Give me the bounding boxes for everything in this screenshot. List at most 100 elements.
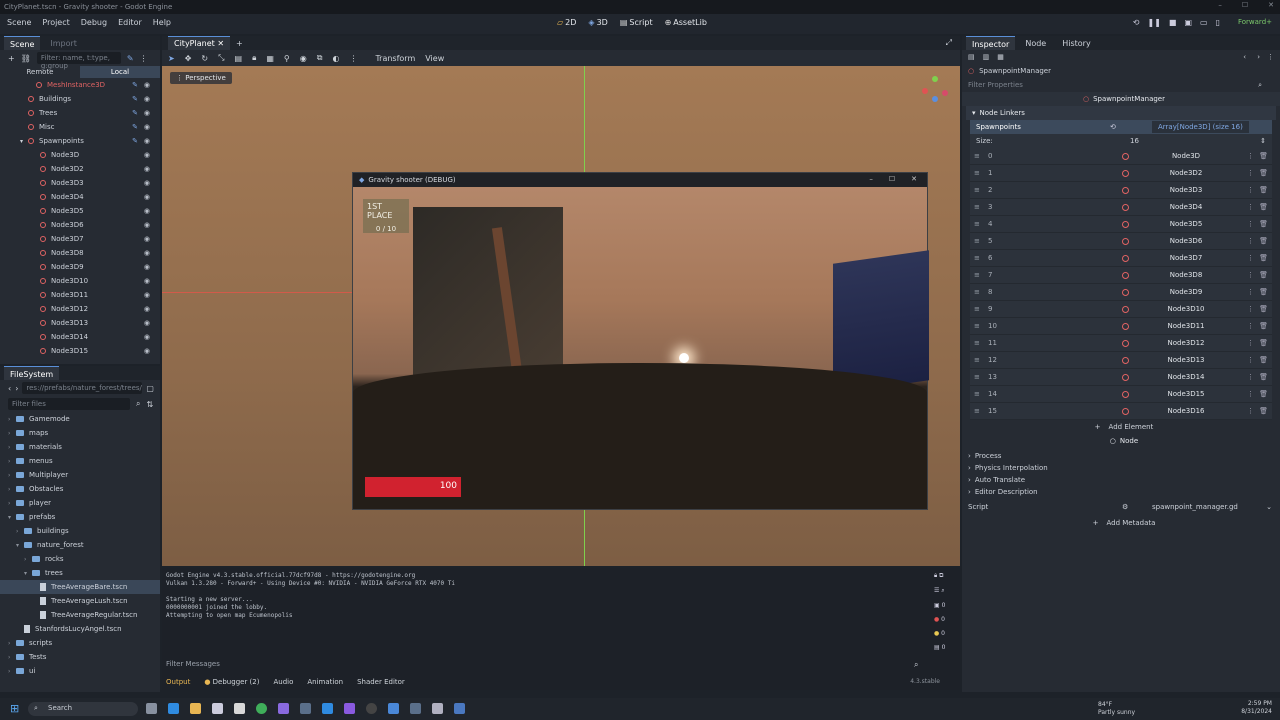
game-maximize-icon[interactable]: ☐: [889, 175, 895, 183]
visibility-icon[interactable]: ◉: [144, 95, 150, 103]
fullscreen-icon[interactable]: ⤢: [946, 38, 952, 48]
delete-element-icon[interactable]: 🗑︎: [1259, 339, 1268, 347]
element-menu-icon[interactable]: ⋮: [1247, 305, 1254, 313]
element-node-value[interactable]: Node3D14: [1146, 373, 1226, 381]
start-icon[interactable]: ⊞: [10, 702, 19, 715]
array-element[interactable]: ≡ 2 Node3D3 ⋮ 🗑︎: [970, 182, 1272, 199]
fs-item-trees[interactable]: ▾ trees: [0, 566, 160, 580]
inspector-category[interactable]: › Auto Translate: [962, 474, 1280, 486]
taskbar-search[interactable]: ⌕ Search: [28, 702, 138, 716]
drag-handle-icon[interactable]: ≡: [974, 288, 988, 296]
element-menu-icon[interactable]: ⋮: [1247, 373, 1254, 381]
scene-node-misc[interactable]: Misc ✎ ◉: [0, 120, 160, 134]
group-icon[interactable]: ▦: [266, 54, 274, 63]
array-element[interactable]: ≡ 0 Node3D ⋮ 🗑︎: [970, 148, 1272, 165]
fs-item-tests[interactable]: › Tests: [0, 650, 160, 664]
tab-debugger[interactable]: ● Debugger (2): [204, 678, 259, 686]
inspector-category[interactable]: › Physics Interpolation: [962, 462, 1280, 474]
size-spinbox[interactable]: 16: [1130, 137, 1139, 145]
expand-arrow-icon[interactable]: ›: [8, 486, 16, 493]
array-element[interactable]: ≡ 9 Node3D10 ⋮ 🗑︎: [970, 301, 1272, 318]
visibility-icon[interactable]: ◉: [144, 277, 150, 285]
warnings-toggle[interactable]: ● 0: [934, 630, 954, 637]
scene-node-meshinstance3d[interactable]: MeshInstance3D ✎ ◉: [0, 78, 160, 92]
select-tool-icon[interactable]: ➤: [168, 54, 175, 63]
tools-icon[interactable]: ⋮: [1267, 53, 1274, 61]
drag-handle-icon[interactable]: ≡: [974, 322, 988, 330]
search-icon[interactable]: ⌕: [136, 399, 140, 409]
expand-arrow-icon[interactable]: ▾: [20, 138, 23, 145]
element-menu-icon[interactable]: ⋮: [1247, 407, 1254, 415]
visibility-icon[interactable]: ◉: [144, 333, 150, 341]
new-tab-icon[interactable]: +: [236, 39, 243, 48]
errors-toggle[interactable]: ● 0: [934, 616, 954, 623]
array-element[interactable]: ≡ 13 Node3D14 ⋮ 🗑︎: [970, 369, 1272, 386]
script-dropdown-icon[interactable]: ⌄: [1266, 503, 1272, 511]
element-menu-icon[interactable]: ⋮: [1247, 322, 1254, 330]
visibility-icon[interactable]: ◉: [144, 193, 150, 201]
files-filter-input[interactable]: Filter files: [8, 398, 130, 410]
element-menu-icon[interactable]: ⋮: [1247, 220, 1254, 228]
menu-debug[interactable]: Debug: [81, 18, 107, 27]
expand-arrow-icon[interactable]: ›: [8, 444, 16, 451]
maximize-icon[interactable]: ☐: [1242, 1, 1248, 9]
tab-output[interactable]: Output: [166, 678, 190, 686]
node-linkers-section[interactable]: Node Linkers: [980, 109, 1025, 117]
snap-icon[interactable]: ⧉: [317, 53, 323, 63]
element-node-value[interactable]: Node3D3: [1146, 186, 1226, 194]
drag-handle-icon[interactable]: ≡: [974, 305, 988, 313]
scene-instance-icon[interactable]: ✎: [132, 109, 138, 117]
delete-element-icon[interactable]: 🗑︎: [1259, 220, 1268, 228]
rotate-tool-icon[interactable]: ↻: [201, 54, 208, 63]
scene-instance-icon[interactable]: ✎: [132, 137, 138, 145]
forward-icon[interactable]: ›: [15, 384, 18, 393]
visibility-icon[interactable]: ◉: [144, 305, 150, 313]
visibility-icon[interactable]: ◉: [144, 249, 150, 257]
delete-element-icon[interactable]: 🗑︎: [1259, 254, 1268, 262]
tab-animation[interactable]: Animation: [307, 678, 343, 686]
drag-handle-icon[interactable]: ≡: [974, 407, 988, 415]
scene-node-node3d11[interactable]: Node3D11 ◉: [0, 288, 160, 302]
array-element[interactable]: ≡ 10 Node3D11 ⋮ 🗑︎: [970, 318, 1272, 335]
script-resource[interactable]: spawnpoint_manager.gd: [1152, 503, 1238, 511]
add-node-icon[interactable]: +: [8, 54, 15, 63]
load-resource-icon[interactable]: ▥: [983, 53, 990, 61]
element-node-value[interactable]: Node3D16: [1146, 407, 1226, 415]
drag-handle-icon[interactable]: ≡: [974, 237, 988, 245]
size-stepper-icon[interactable]: ⇕: [1260, 137, 1266, 145]
history-back-icon[interactable]: ‹: [1243, 53, 1246, 61]
tab-import[interactable]: Import: [44, 36, 83, 50]
drag-handle-icon[interactable]: ≡: [974, 339, 988, 347]
run-custom-icon[interactable]: ▯: [1216, 18, 1220, 27]
visibility-icon[interactable]: ◉: [144, 137, 150, 145]
element-node-value[interactable]: Node3D15: [1146, 390, 1226, 398]
weather-widget[interactable]: 84°F Partly sunny: [1098, 701, 1135, 717]
expand-arrow-icon[interactable]: ▾: [16, 542, 24, 549]
array-element[interactable]: ≡ 3 Node3D4 ⋮ 🗑︎: [970, 199, 1272, 216]
editor-messages-toggle[interactable]: ▤ 0: [934, 644, 954, 651]
delete-element-icon[interactable]: 🗑︎: [1259, 237, 1268, 245]
element-node-value[interactable]: Node3D13: [1146, 356, 1226, 364]
fs-item-prefabs[interactable]: ▾ prefabs: [0, 510, 160, 524]
inspector-category[interactable]: › Process: [962, 450, 1280, 462]
tab-audio[interactable]: Audio: [273, 678, 293, 686]
visibility-icon[interactable]: ◉: [144, 319, 150, 327]
options-icon[interactable]: ⋮: [140, 54, 148, 63]
expand-arrow-icon[interactable]: ▾: [8, 514, 16, 521]
element-node-value[interactable]: Node3D12: [1146, 339, 1226, 347]
scene-instance-icon[interactable]: ✎: [132, 95, 138, 103]
array-element[interactable]: ≡ 6 Node3D7 ⋮ 🗑︎: [970, 250, 1272, 267]
tab-filesystem[interactable]: FileSystem: [4, 366, 60, 380]
collapse-arrow-icon[interactable]: ›: [968, 476, 971, 484]
godot-icon[interactable]: [454, 703, 465, 714]
tab-shader-editor[interactable]: Shader Editor: [357, 678, 405, 686]
visibility-icon[interactable]: ◉: [144, 109, 150, 117]
fs-item-buildings[interactable]: › buildings: [0, 524, 160, 538]
delete-element-icon[interactable]: 🗑︎: [1259, 407, 1268, 415]
list-tool-icon[interactable]: ▤: [235, 54, 243, 63]
scene-node-node3d7[interactable]: Node3D7 ◉: [0, 232, 160, 246]
element-node-value[interactable]: Node3D11: [1146, 322, 1226, 330]
fs-item-player[interactable]: › player: [0, 496, 160, 510]
delete-element-icon[interactable]: 🗑︎: [1259, 169, 1268, 177]
game-minimize-icon[interactable]: –: [869, 175, 873, 183]
